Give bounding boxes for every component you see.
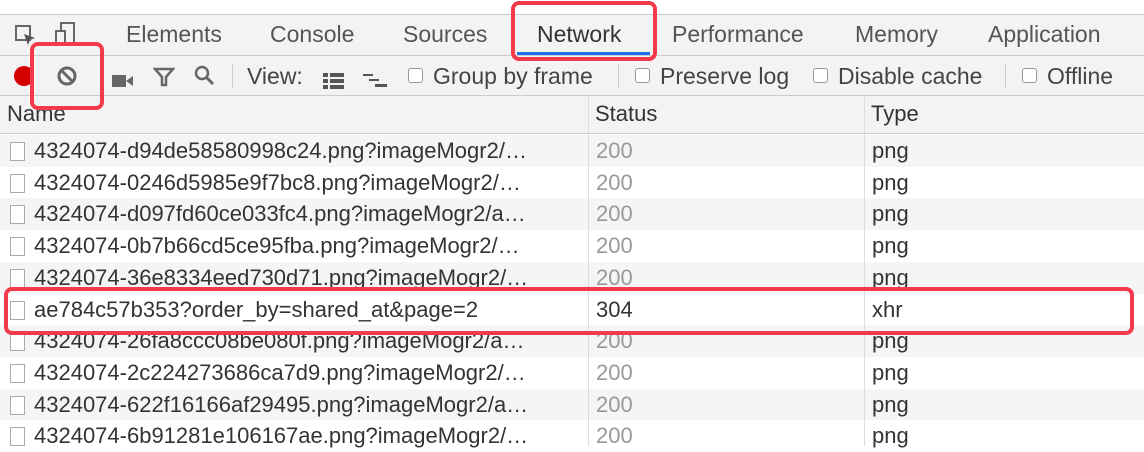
- file-icon: [10, 363, 25, 383]
- request-type: png: [872, 423, 909, 449]
- request-type: png: [872, 138, 909, 163]
- request-status: 200: [596, 423, 633, 449]
- network-toolbar: View: Group by frame Preserve log Disabl…: [0, 56, 1144, 96]
- tab-application[interactable]: Application: [988, 15, 1101, 55]
- group-by-frame-label: Group by frame: [433, 63, 593, 89]
- toolbar-separator: [232, 64, 233, 88]
- toolbar-separator: [1005, 64, 1006, 88]
- request-name: 4324074-0b7b66cd5ce95fba.png?imageMogr2/…: [34, 233, 520, 259]
- file-icon: [10, 427, 25, 447]
- toolbar-separator: [618, 64, 619, 88]
- inspect-element-icon[interactable]: [15, 25, 35, 45]
- request-row[interactable]: 4324074-0246d5985e9f7bc8.png?imageMogr2/…: [0, 166, 1144, 199]
- request-row[interactable]: 4324074-2c224273686ca7d9.png?imageMogr2/…: [0, 356, 1144, 389]
- file-icon: [10, 205, 25, 225]
- request-name: 4324074-0246d5985e9f7bc8.png?imageMogr2/…: [34, 169, 521, 195]
- preserve-log-label: Preserve log: [660, 63, 790, 89]
- annotation-clear-button: [30, 42, 104, 110]
- request-row[interactable]: 4324074-6b91281e106167ae.png?imageMogr2/…: [0, 420, 1144, 452]
- request-status: 200: [596, 391, 633, 417]
- screenshot-camera-icon[interactable]: [112, 68, 134, 95]
- annotation-xhr-row: [4, 287, 1134, 335]
- request-row[interactable]: 4324074-622f16166af29495.png?imageMogr2/…: [0, 388, 1144, 421]
- file-icon: [10, 142, 25, 161]
- request-row[interactable]: 4324074-0b7b66cd5ce95fba.png?imageMogr2/…: [0, 230, 1144, 263]
- large-rows-icon[interactable]: [323, 68, 345, 95]
- request-name: 4324074-622f16166af29495.png?imageMogr2/…: [34, 391, 529, 417]
- annotation-network-tab: [511, 1, 657, 61]
- tab-memory[interactable]: Memory: [855, 15, 938, 55]
- request-row[interactable]: 4324074-d097fd60ce033fc4.png?imageMogr2/…: [0, 198, 1144, 231]
- offline-checkbox[interactable]: Offline: [1022, 56, 1113, 96]
- tab-performance[interactable]: Performance: [672, 15, 804, 55]
- column-header-status[interactable]: Status: [588, 96, 657, 134]
- tab-console[interactable]: Console: [270, 15, 354, 55]
- preserve-log-checkbox[interactable]: Preserve log: [635, 56, 789, 96]
- request-type: png: [872, 201, 909, 227]
- request-type: png: [872, 169, 909, 195]
- request-status: 200: [596, 359, 633, 385]
- file-icon: [10, 268, 25, 288]
- offline-label: Offline: [1047, 63, 1114, 89]
- column-divider: [588, 96, 589, 446]
- request-type: png: [872, 391, 909, 417]
- request-row[interactable]: 4324074-d94de58580998c24.png?imageMogr2/…: [0, 135, 1144, 167]
- waterfall-icon[interactable]: [363, 68, 389, 95]
- column-divider: [864, 96, 865, 446]
- request-type: png: [872, 233, 909, 259]
- filter-icon[interactable]: [152, 66, 176, 93]
- tab-elements[interactable]: Elements: [126, 15, 222, 55]
- request-name: 4324074-2c224273686ca7d9.png?imageMogr2/…: [34, 359, 526, 385]
- request-name: 4324074-6b91281e106167ae.png?imageMogr2/…: [34, 423, 529, 449]
- search-icon[interactable]: [194, 65, 216, 93]
- column-header-type[interactable]: Type: [864, 96, 919, 134]
- tab-sources[interactable]: Sources: [403, 15, 487, 55]
- file-icon: [10, 332, 25, 352]
- request-name: 4324074-d097fd60ce033fc4.png?imageMogr2/…: [34, 201, 526, 227]
- file-icon: [10, 395, 25, 415]
- table-header: Name Status Type: [0, 96, 1144, 134]
- request-status: 200: [596, 201, 633, 227]
- request-status: 200: [596, 233, 633, 259]
- request-status: 200: [596, 138, 633, 163]
- request-type: png: [872, 359, 909, 385]
- group-by-frame-checkbox[interactable]: Group by frame: [408, 56, 593, 96]
- request-name: 4324074-d94de58580998c24.png?imageMogr2/…: [34, 138, 527, 163]
- view-label: View:: [247, 63, 303, 89]
- file-icon: [10, 237, 25, 257]
- disable-cache-checkbox[interactable]: Disable cache: [813, 56, 982, 96]
- disable-cache-label: Disable cache: [838, 63, 983, 89]
- request-status: 200: [596, 169, 633, 195]
- file-icon: [10, 173, 25, 193]
